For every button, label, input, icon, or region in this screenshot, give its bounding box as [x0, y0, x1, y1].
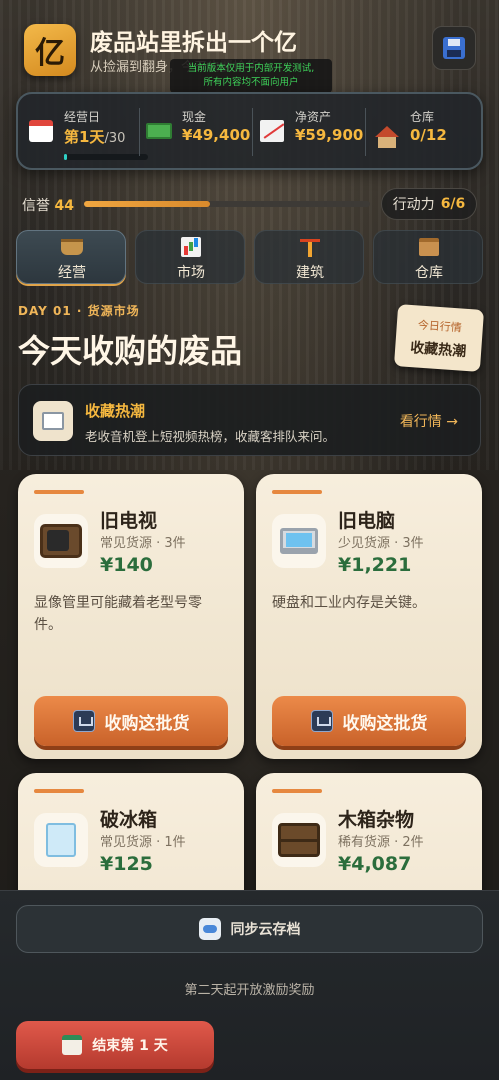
- bar-chart-icon: [179, 236, 203, 258]
- tab-operate[interactable]: 经营: [16, 230, 126, 284]
- app-title: 废品站里拆出一个亿: [90, 30, 297, 56]
- day-progress-bar: [64, 154, 148, 160]
- networth-label: 净资产: [295, 110, 332, 124]
- item-description: 显像管里可能藏着老型号零件。: [34, 595, 202, 633]
- item-name: 旧电脑: [338, 510, 396, 532]
- item-price: ¥1,221: [338, 554, 412, 576]
- item-card-list[interactable]: 旧电视 常见货源 · 3件 ¥140 显像管里可能藏着老型号零件。 收购这批货 …: [0, 470, 499, 890]
- day-value: 第1天/30: [64, 128, 126, 146]
- dev-notice-tooltip: 当前版本仅用于内部开发测试, 所有内容均不面向用户: [170, 59, 332, 93]
- save-button[interactable]: [432, 26, 476, 70]
- trend-chart-icon: [259, 118, 285, 144]
- crane-icon: [298, 236, 322, 258]
- item-meta: 少见货源 · 3件: [338, 536, 424, 551]
- trend-caption: 今日行情: [417, 318, 463, 335]
- networth-value: ¥59,900: [295, 126, 364, 144]
- item-card: 旧电脑 少见货源 · 3件 ¥1,221 硬盘和工业内存是关键。 收购这批货: [256, 474, 482, 759]
- item-meta: 常见货源 · 1件: [100, 835, 186, 850]
- news-title: 收藏热潮: [85, 402, 146, 420]
- stat-day: 经营日 第1天/30: [28, 104, 148, 162]
- bottom-action-panel: 同步云存档 第二天起开放激励奖励 结束第 1 天: [0, 890, 499, 1080]
- cash-icon: [146, 118, 172, 144]
- box-icon: [417, 236, 441, 258]
- item-description: 硬盘和工业内存是关键。: [272, 595, 426, 611]
- view-market-link[interactable]: 看行情 →: [400, 411, 458, 431]
- item-card: 破冰箱 常见货源 · 1件 ¥125: [18, 773, 244, 890]
- dev-notice-line1: 当前版本仅用于内部开发测试,: [187, 63, 315, 74]
- tv-icon: [34, 514, 88, 568]
- cart-icon: [72, 710, 95, 732]
- laptop-icon: [272, 514, 326, 568]
- item-meta: 常见货源 · 3件: [100, 536, 186, 551]
- cart-icon: [310, 710, 333, 732]
- reward-note: 第二天起开放激励奖励: [184, 983, 315, 998]
- item-meta: 稀有货源 · 2件: [338, 835, 424, 850]
- item-name: 木箱杂物: [338, 809, 415, 831]
- app-logo: 亿: [24, 24, 76, 76]
- action-points-badge: 行动力 6/6: [381, 188, 477, 220]
- buy-batch-button[interactable]: 收购这批货: [34, 696, 228, 746]
- cloud-icon: [198, 918, 221, 940]
- buy-batch-button[interactable]: 收购这批货: [272, 696, 466, 746]
- item-name: 旧电视: [100, 510, 158, 532]
- crate-icon: [272, 813, 326, 867]
- reputation-label: 信誉 44: [22, 198, 74, 214]
- market-trend-card[interactable]: 今日行情 收藏热潮: [393, 304, 485, 372]
- news-description: 老收音机登上短视频热榜，收藏客排队来问。: [85, 429, 336, 444]
- reputation-bar: [84, 201, 370, 207]
- item-price: ¥4,087: [338, 853, 412, 875]
- house-icon: [374, 118, 400, 148]
- day-tag: DAY 01 · 货源市场: [18, 304, 140, 318]
- item-card: 木箱杂物 稀有货源 · 2件 ¥4,087: [256, 773, 482, 890]
- warehouse-value: 0/12: [410, 126, 447, 144]
- item-price: ¥125: [100, 853, 153, 875]
- item-price: ¥140: [100, 554, 153, 576]
- cash-value: ¥49,400: [182, 126, 251, 144]
- sync-cloud-save-button[interactable]: 同步云存档: [16, 905, 483, 953]
- stat-warehouse: 仓库 0/12: [374, 104, 474, 162]
- tab-warehouse[interactable]: 仓库: [373, 230, 483, 284]
- item-card: 旧电视 常见货源 · 3件 ¥140 显像管里可能藏着老型号零件。 收购这批货: [18, 474, 244, 759]
- item-name: 破冰箱: [100, 809, 158, 831]
- page-title: 今天收购的废品: [18, 332, 243, 370]
- stat-networth: 净资产 ¥59,900: [259, 104, 369, 162]
- cash-label: 现金: [182, 110, 207, 124]
- basket-icon: [60, 236, 84, 258]
- floppy-disk-icon: [443, 37, 465, 59]
- calendar-check-icon: [62, 1035, 83, 1055]
- calendar-icon: [28, 118, 54, 144]
- stat-cash: 现金 ¥49,400: [146, 104, 256, 162]
- newspaper-icon: [33, 401, 73, 441]
- fridge-icon: [34, 813, 88, 867]
- dev-notice-line2: 所有内容均不面向用户: [203, 77, 299, 88]
- tab-market[interactable]: 市场: [135, 230, 245, 284]
- trend-name: 收藏热潮: [409, 340, 467, 360]
- market-news-bar: 收藏热潮 老收音机登上短视频热榜，收藏客排队来问。 看行情 →: [18, 384, 481, 456]
- stats-panel: 经营日 第1天/30 现金 ¥49,400 净资产 ¥59,900 仓库 0/1…: [16, 92, 483, 170]
- tab-building[interactable]: 建筑: [254, 230, 364, 284]
- end-day-button[interactable]: 结束第 1 天: [16, 1021, 214, 1069]
- warehouse-label: 仓库: [410, 110, 435, 124]
- day-label: 经营日: [64, 110, 101, 124]
